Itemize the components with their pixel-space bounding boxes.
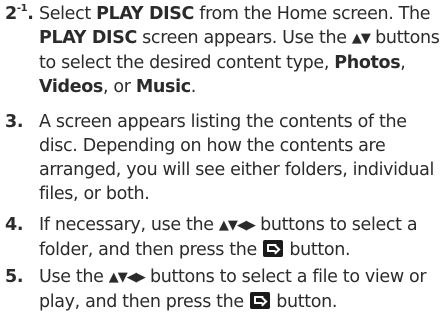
- step-number: 2-1.: [5, 3, 34, 24]
- step-5: 5. Use the ▲▼◀▶ buttons to select a file…: [5, 265, 440, 314]
- step-number: 5.: [5, 267, 24, 287]
- step-3: 3. A screen appears listing the contents…: [5, 110, 440, 206]
- up-down-arrows-icon: ▲▼: [351, 31, 371, 46]
- step-text: Select PLAY DISC from the Home screen. T…: [39, 4, 440, 97]
- step-text: A screen appears listing the contents of…: [39, 112, 435, 204]
- enter-button-icon: [263, 240, 284, 257]
- keyword-play-disc: PLAY DISC: [96, 4, 195, 24]
- step-text: If necessary, use the ▲▼◀▶ buttons to se…: [39, 215, 418, 260]
- keyword-videos: Videos: [39, 77, 103, 97]
- step-4: 4. If necessary, use the ▲▼◀▶ buttons to…: [5, 213, 440, 262]
- step-text: Use the ▲▼◀▶ buttons to select a file to…: [39, 267, 427, 312]
- keyword-play-disc: PLAY DISC: [39, 28, 137, 48]
- step-number: 4.: [5, 215, 24, 235]
- step-number-superscript: -1: [16, 3, 28, 14]
- keyword-music: Music: [135, 77, 191, 97]
- step-number: 3.: [5, 112, 24, 132]
- direction-arrows-icon: ▲▼◀▶: [108, 270, 146, 285]
- keyword-photos: Photos: [334, 53, 401, 73]
- enter-button-icon: [250, 292, 271, 309]
- direction-arrows-icon: ▲▼◀▶: [218, 218, 256, 233]
- instruction-document: 2-1. Select PLAY DISC from the Home scre…: [0, 0, 443, 315]
- step-2: 2-1. Select PLAY DISC from the Home scre…: [5, 2, 440, 99]
